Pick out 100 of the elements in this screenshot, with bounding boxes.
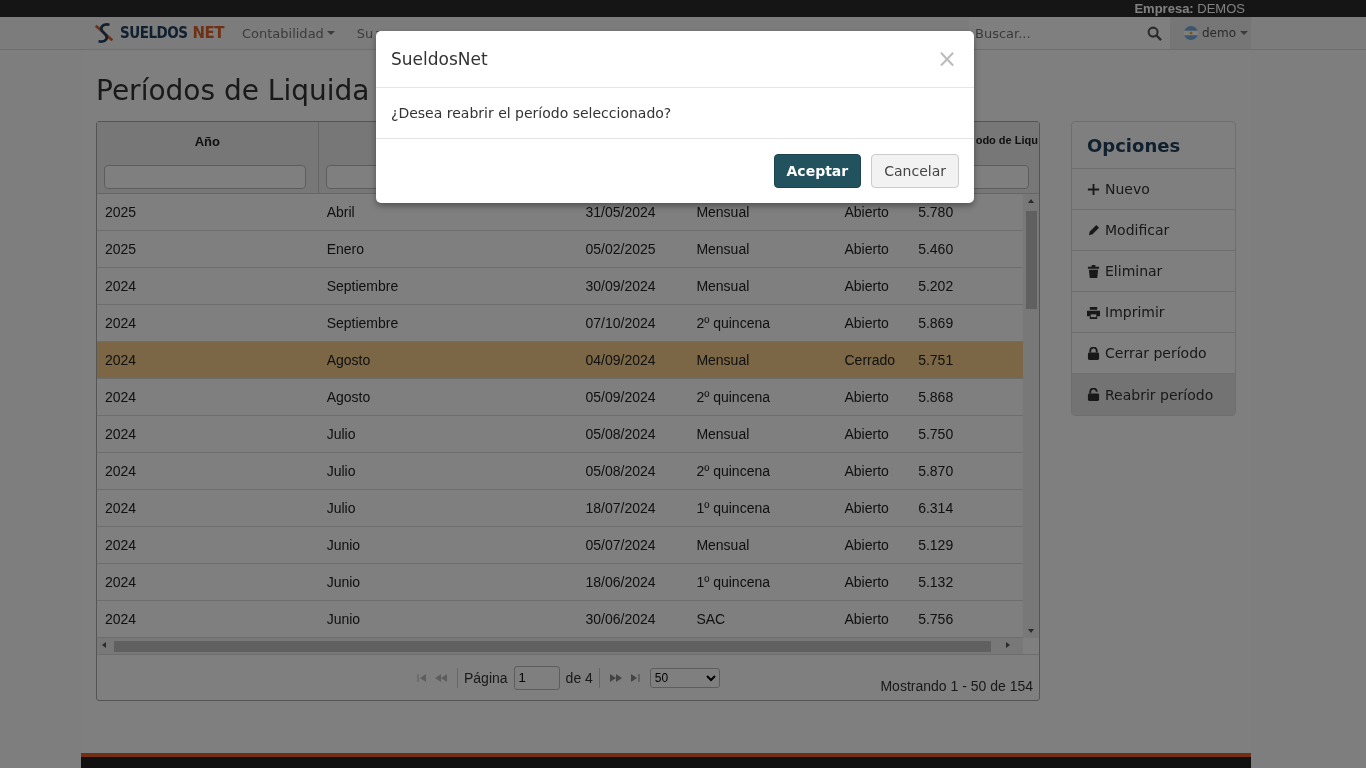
table-row[interactable]: 2024 Junio 18/06/2024 1º quincena Abierto 5.132 — [97, 564, 1023, 601]
table-cell-text: 5.132 — [917, 574, 955, 590]
table-cell-text: 18/06/2024 — [584, 574, 657, 590]
table-cell-text: Abierto — [843, 574, 890, 590]
caret-icon — [326, 31, 335, 35]
printer-icon — [1087, 305, 1100, 319]
pencil-icon — [1087, 223, 1100, 237]
page-title: Períodos de Liquida — [96, 73, 370, 109]
table-cell-text: Abierto — [843, 611, 890, 627]
table-cell-text: 5.202 — [917, 278, 955, 294]
table-cell-text: Junio — [325, 611, 362, 627]
page-size-select[interactable]: 50 — [649, 667, 720, 688]
table-cell-text: 30/09/2024 — [584, 278, 657, 294]
option-item[interactable]: Modificar — [1072, 210, 1235, 251]
table-cell-text: 05/08/2024 — [584, 426, 657, 442]
cancel-button[interactable]: Cancelar — [871, 154, 959, 188]
table-row[interactable]: 2024 Agosto 05/09/2024 2º quincena Abierto 5.868 — [97, 379, 1023, 416]
table-cell-text: 5.129 — [917, 537, 955, 553]
table-cell-text: Junio — [325, 574, 362, 590]
table-cell-text: Julio — [325, 500, 357, 516]
brand-name: NET — [192, 24, 224, 42]
table-cell-text: 2º quincena — [695, 315, 771, 331]
horizontal-scrollbar[interactable] — [97, 638, 1023, 654]
vertical-scrollbar[interactable] — [1023, 194, 1039, 638]
table-cell-text: 2024 — [104, 500, 138, 516]
table-cell-text: 5.460 — [917, 241, 955, 257]
table-cell-text: 5.869 — [917, 315, 955, 331]
options-title: Opciones — [1072, 122, 1235, 169]
option-item[interactable]: Reabrir período — [1072, 374, 1235, 415]
table-cell-text: 31/05/2024 — [584, 204, 657, 220]
table-cell-text: 05/09/2024 — [584, 389, 657, 405]
first-page-icon — [417, 673, 427, 682]
table-cell-text: Mensual — [695, 352, 751, 368]
table-cell-text: 1º quincena — [695, 500, 771, 516]
table-cell-text: Julio — [325, 426, 357, 442]
table-row[interactable]: 2024 Agosto 04/09/2024 Mensual Cerrado 5.751 — [97, 342, 1023, 379]
table-row[interactable]: 2024 Julio 18/07/2024 1º quincena Abierto 6.314 — [97, 490, 1023, 527]
table-cell-text: Junio — [325, 537, 362, 553]
filter-field[interactable] — [104, 165, 306, 189]
table-cell-text: Abierto — [843, 241, 890, 257]
table-cell-text: Abierto — [843, 463, 890, 479]
table-cell-text: 07/10/2024 — [584, 315, 657, 331]
page-field[interactable]: 1 — [513, 665, 560, 690]
menu-link[interactable]: Contabilidad — [241, 25, 335, 41]
table-cell-text: 5.868 — [917, 389, 955, 405]
option-item[interactable]: Nuevo — [1072, 169, 1235, 210]
table-row[interactable]: 2024 Julio 05/08/2024 2º quincena Abierto 5.870 — [97, 453, 1023, 490]
table-row[interactable]: 2024 Julio 05/08/2024 Mensual Abierto 5.750 — [97, 416, 1023, 453]
table-cell-text: 2024 — [104, 315, 138, 331]
table-cell-text: Mensual — [695, 241, 751, 257]
table-row[interactable]: 2024 Junio 05/07/2024 Mensual Abierto 5.129 — [97, 527, 1023, 564]
table-cell-text: 5.870 — [917, 463, 955, 479]
table-cell-text: Abierto — [843, 278, 890, 294]
table-cell-text: Enero — [325, 241, 365, 257]
page-count: de 4 — [565, 669, 593, 686]
table-cell-text: Septiembre — [325, 278, 400, 294]
unlock-icon — [1087, 388, 1100, 401]
table-row[interactable]: 2025 Enero 05/02/2025 Mensual Abierto 5.460 — [97, 231, 1023, 268]
last-page-icon — [629, 673, 640, 682]
table-cell-text: 2025 — [104, 241, 138, 257]
table-cell-text: 1º quincena — [695, 574, 771, 590]
table-cell-text: 2025 — [104, 204, 138, 220]
table-cell-text: Cerrado — [843, 352, 897, 368]
table-cell-text: Agosto — [325, 389, 372, 405]
table-cell-text: 2º quincena — [695, 389, 771, 405]
dialog-message: ¿Desea reabrir el período seleccionado? — [376, 88, 974, 139]
company-label: Empresa: DEMOS — [1134, 1, 1245, 16]
table-cell-text: Abierto — [843, 204, 890, 220]
table-cell-text: Mensual — [695, 426, 751, 442]
table-cell-text: Agosto — [325, 352, 372, 368]
table-cell-text: 5.780 — [917, 204, 955, 220]
column-title: Año — [193, 134, 221, 150]
plus-icon — [1087, 182, 1100, 196]
table-cell-text: Abierto — [843, 389, 890, 405]
lock-icon — [1087, 346, 1100, 360]
option-item[interactable]: Imprimir — [1072, 292, 1235, 333]
table-cell-text: Septiembre — [325, 315, 400, 331]
table-cell-text: 04/09/2024 — [584, 352, 657, 368]
table-cell-text: Abril — [325, 204, 356, 220]
logo-icon — [93, 22, 115, 44]
table-cell-text: 2024 — [104, 426, 138, 442]
option-item[interactable]: Eliminar — [1072, 251, 1235, 292]
table-cell-text: 2024 — [104, 278, 138, 294]
next-page-icon — [609, 673, 622, 682]
table-cell-text: 5.756 — [917, 611, 955, 627]
table-row[interactable]: 2024 Septiembre 30/09/2024 Mensual Abierto 5.202 — [97, 268, 1023, 305]
table-cell-text: 6.314 — [917, 500, 955, 516]
table-cell-text: 2024 — [104, 463, 138, 479]
table-cell-text: 30/06/2024 — [584, 611, 657, 627]
table-cell-text: SAC — [695, 611, 727, 627]
table-cell-text: Mensual — [695, 278, 751, 294]
search-icon — [1147, 26, 1162, 41]
accept-button[interactable]: Aceptar — [773, 154, 862, 188]
flag-icon — [1184, 26, 1198, 40]
page-label: Página — [464, 669, 508, 686]
table-cell-text: 2024 — [104, 611, 138, 627]
user-menu[interactable]: demo — [1170, 17, 1251, 49]
column-title: odo de Liqu — [975, 134, 1038, 148]
dialog-title: SueldosNet — [391, 49, 489, 69]
record-summary: Mostrando 1 - 50 de 154 — [880, 678, 1033, 694]
